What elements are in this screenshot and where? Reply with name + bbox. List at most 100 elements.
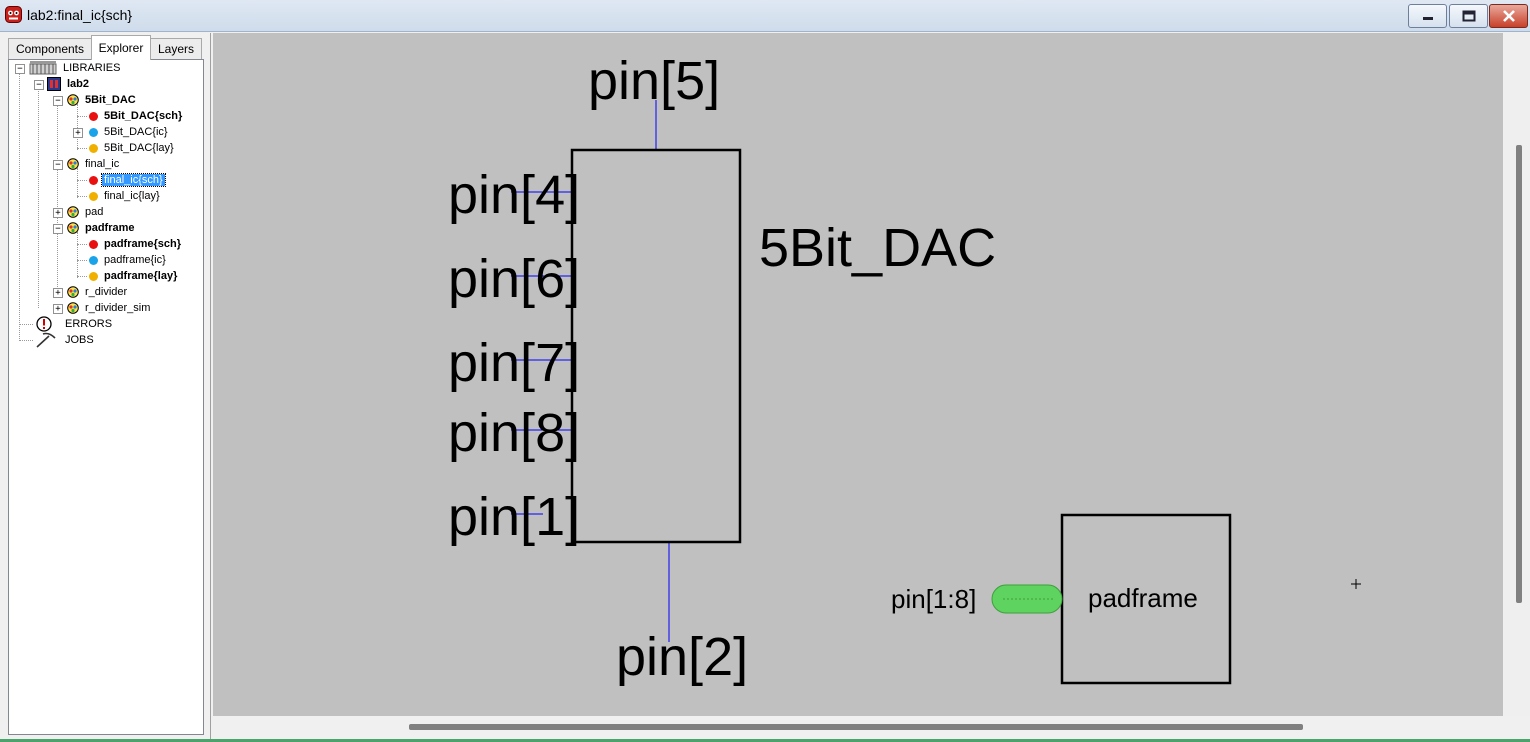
tree-node-label: LIBRARIES	[63, 62, 121, 74]
pin-label-left[interactable]: pin[6]	[448, 249, 580, 309]
tree-node-5bit-dac[interactable]: 5Bit_DAC	[67, 92, 138, 108]
pin-label-left[interactable]: pin[4]	[448, 165, 580, 225]
pickaxe-icon	[36, 332, 56, 348]
close-icon	[1502, 10, 1515, 22]
minimize-button[interactable]	[1408, 4, 1447, 28]
title-bar: lab2:final_ic{sch}	[0, 0, 1530, 32]
tree-node-padframe-sch[interactable]: padframe{sch}	[89, 236, 183, 252]
tree-node-errors[interactable]: ERRORS	[35, 316, 114, 332]
schematic-icon	[89, 239, 98, 249]
close-button[interactable]	[1489, 4, 1528, 28]
pin-label-left[interactable]: pin[8]	[448, 403, 580, 463]
libraries-icon	[29, 61, 57, 75]
padframe-instance-name[interactable]: padframe	[1088, 583, 1198, 613]
expand-toggle[interactable]: +	[53, 288, 63, 298]
tree-node-padframe-ic[interactable]: padframe{ic}	[89, 252, 168, 268]
collapse-toggle[interactable]: −	[53, 224, 63, 234]
tree-node-label: final_ic{sch}	[101, 173, 166, 187]
tree-node-r-divider-sim[interactable]: r_divider_sim	[67, 300, 152, 316]
tree-node-libraries[interactable]: LIBRARIES	[29, 60, 122, 76]
schematic-editor: pin[5] pin[4] pin[6] pin[7] pin[8] pin[1…	[210, 33, 1530, 740]
layout-icon	[89, 143, 98, 153]
tree-connector	[77, 104, 78, 150]
tree-connector	[57, 104, 58, 289]
cell-icon	[67, 206, 79, 218]
cell-icon	[67, 158, 79, 170]
tree-node-5bit-dac-ic[interactable]: 5Bit_DAC{ic}	[89, 124, 170, 140]
tree-node-final-ic[interactable]: final_ic	[67, 156, 121, 172]
tree-node-label: r_divider	[85, 286, 128, 298]
tree-node-label: JOBS	[65, 334, 94, 346]
cell-icon	[67, 94, 79, 106]
tree-node-label: ERRORS	[65, 318, 113, 330]
library-icon	[47, 77, 61, 91]
tree-connector	[77, 260, 87, 261]
tree-connector	[77, 116, 87, 117]
cell-icon	[67, 222, 79, 234]
icon-view-icon	[89, 127, 98, 137]
bus-pin-label[interactable]: pin[1:8]	[891, 584, 976, 614]
explorer-tree: − LIBRARIES − lab2 − 5Bit_DAC 5Bit_DAC{s…	[8, 59, 204, 735]
tree-connector	[77, 180, 87, 181]
tab-components[interactable]: Components	[8, 38, 92, 59]
tree-node-padframe-lay[interactable]: padframe{lay}	[89, 268, 179, 284]
schematic-icon	[89, 175, 98, 185]
pin-label-bottom[interactable]: pin[2]	[616, 627, 748, 687]
maximize-button[interactable]	[1449, 4, 1488, 28]
tree-node-label: 5Bit_DAC{lay}	[104, 142, 174, 154]
collapse-toggle[interactable]: −	[53, 160, 63, 170]
icon-view-icon	[89, 255, 98, 265]
panel-tabs: Components Explorer Layers	[8, 35, 206, 60]
collapse-toggle[interactable]: −	[15, 64, 25, 74]
tree-node-padframe[interactable]: padframe	[67, 220, 137, 236]
horizontal-scrollbar-thumb[interactable]	[409, 724, 1303, 730]
tree-node-5bit-dac-sch[interactable]: 5Bit_DAC{sch}	[89, 108, 184, 124]
restore-icon	[1462, 10, 1475, 22]
tree-node-label: pad	[85, 206, 104, 218]
dac-instance-name[interactable]: 5Bit_DAC	[759, 218, 996, 278]
collapse-toggle[interactable]: −	[53, 96, 63, 106]
collapse-toggle[interactable]: −	[34, 80, 44, 90]
expand-toggle[interactable]: +	[73, 128, 83, 138]
tree-connector	[19, 324, 33, 325]
layout-icon	[89, 191, 98, 201]
tree-node-r-divider[interactable]: r_divider	[67, 284, 129, 300]
tree-node-pad[interactable]: pad	[67, 204, 105, 220]
tree-node-label: r_divider_sim	[85, 302, 151, 314]
tree-connector	[77, 244, 87, 245]
window-title: lab2:final_ic{sch}	[27, 7, 133, 23]
pin-label-top[interactable]: pin[5]	[588, 51, 720, 111]
tree-node-5bit-dac-lay[interactable]: 5Bit_DAC{lay}	[89, 140, 176, 156]
tree-node-label: padframe{ic}	[104, 254, 166, 266]
tree-node-final-ic-sch[interactable]: final_ic{sch}	[89, 172, 166, 188]
tree-node-lab2[interactable]: lab2	[47, 76, 91, 92]
tab-label: Components	[15, 42, 85, 56]
tab-layers[interactable]: Layers	[150, 38, 202, 59]
tree-connector	[19, 73, 20, 339]
tree-node-label: padframe	[85, 222, 135, 234]
explorer-panel: Components Explorer Layers − LIBRARIES −	[6, 33, 206, 738]
tree-node-label: padframe{lay}	[104, 270, 178, 282]
expand-toggle[interactable]: +	[53, 208, 63, 218]
schematic-canvas[interactable]: pin[5] pin[4] pin[6] pin[7] pin[8] pin[1…	[213, 33, 1503, 716]
tree-node-jobs[interactable]: JOBS	[35, 332, 96, 348]
schematic-drawing: pin[5] pin[4] pin[6] pin[7] pin[8] pin[1…	[448, 51, 1361, 687]
tree-node-label: final_ic{lay}	[104, 190, 160, 202]
dac-instance[interactable]	[570, 148, 742, 544]
crosshair-cursor-icon	[1351, 579, 1361, 589]
tab-label: Layers	[157, 42, 195, 56]
tree-node-final-ic-lay[interactable]: final_ic{lay}	[89, 188, 162, 204]
pin-label-left[interactable]: pin[7]	[448, 333, 580, 393]
tree-connector	[77, 232, 78, 278]
minimize-icon	[1422, 17, 1433, 20]
tab-label: Explorer	[98, 41, 144, 55]
tree-connector	[77, 276, 87, 277]
errors-icon	[36, 316, 52, 332]
tree-connector	[77, 148, 87, 149]
vertical-scrollbar-thumb[interactable]	[1516, 145, 1522, 603]
layout-icon	[89, 271, 98, 281]
tab-explorer[interactable]: Explorer	[91, 35, 151, 60]
expand-toggle[interactable]: +	[53, 304, 63, 314]
schematic-icon	[89, 111, 98, 121]
pin-label-left[interactable]: pin[1]	[448, 487, 580, 547]
